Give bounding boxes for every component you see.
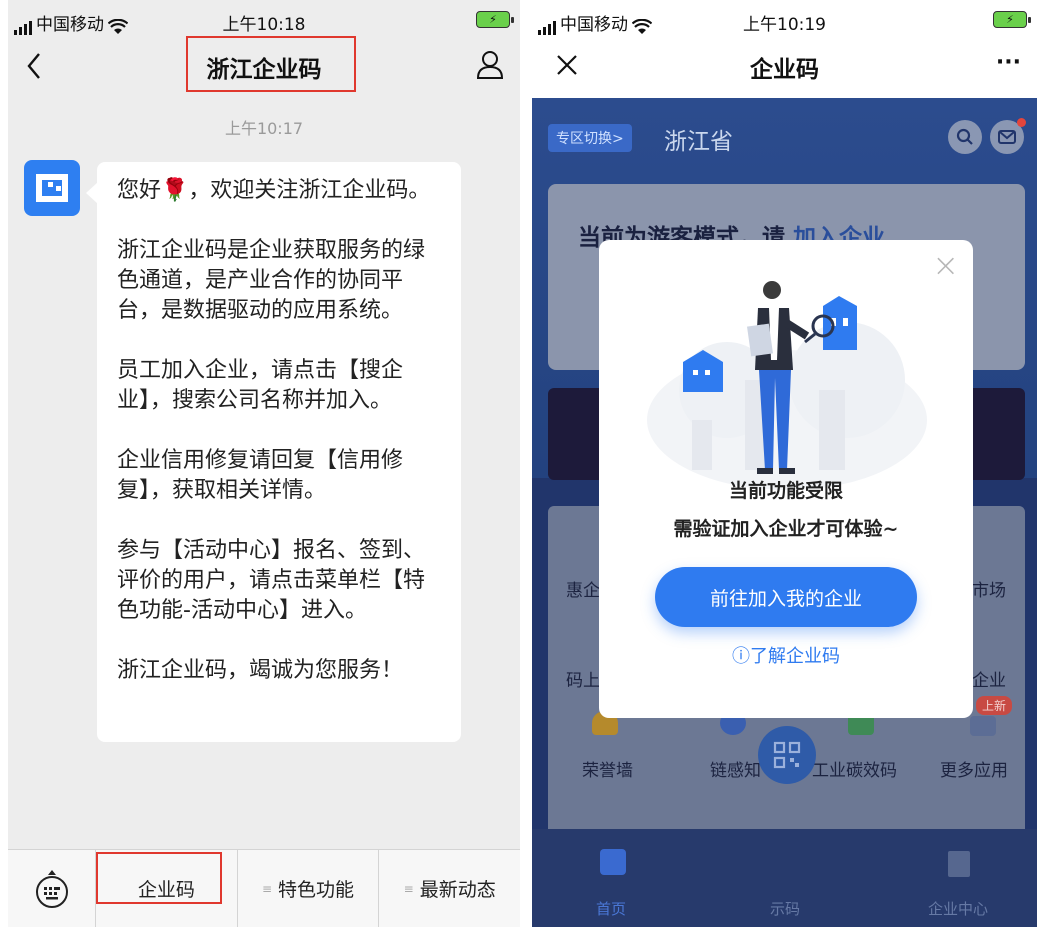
- menu-highlight-box: [96, 852, 222, 904]
- grid-label[interactable]: 市场: [972, 576, 1006, 601]
- home-tab-icon: [600, 849, 626, 875]
- enterprise-code-logo-icon: [36, 174, 68, 202]
- notification-dot: [1017, 118, 1026, 127]
- status-bar: 中国移动 上午10:18 ⚡: [8, 0, 520, 36]
- province-label: 浙江省: [664, 129, 733, 155]
- grid-label[interactable]: 码上: [566, 666, 600, 691]
- more-apps-icon: [970, 716, 996, 736]
- qr-code-button[interactable]: [758, 726, 816, 784]
- grid-label[interactable]: 企业: [972, 666, 1006, 691]
- menu-latest-news[interactable]: ≡ 最新动态: [379, 850, 520, 927]
- message-paragraph: 您好🌹，欢迎关注浙江企业码。: [117, 178, 431, 203]
- menu-lines-icon: ≡: [403, 881, 414, 896]
- wechat-chat-screen: 中国移动 上午10:18 ⚡ 浙江企业码 上午10:17 您好🌹，欢迎关注浙江企…: [8, 0, 520, 927]
- menu-featured-functions[interactable]: ≡ 特色功能: [238, 850, 380, 927]
- app-header: 企业码 ···: [532, 36, 1037, 98]
- bottom-tab-bar: 首页 示码 企业中心: [532, 829, 1037, 927]
- grid-label[interactable]: 惠企: [566, 576, 600, 601]
- enterprise-code-app-screen: 中国移动 上午10:19 ⚡ 企业码 ··· 专区切换> 浙江省 当前为游客模式…: [532, 0, 1037, 927]
- qr-code-icon: [773, 741, 801, 769]
- tab-enterprise-center[interactable]: 企业中心: [928, 898, 988, 919]
- status-bar: 中国移动 上午10:19 ⚡: [532, 0, 1037, 36]
- battery-icon: ⚡: [993, 11, 1031, 28]
- account-avatar[interactable]: [24, 160, 80, 216]
- grid-label[interactable]: 链感知: [710, 756, 761, 781]
- grid-label[interactable]: 荣誉墙: [582, 756, 633, 781]
- search-icon[interactable]: [948, 120, 982, 154]
- grid-label[interactable]: 更多应用: [940, 756, 1008, 781]
- new-badge: 上新: [976, 696, 1013, 715]
- join-my-enterprise-button[interactable]: 前往加入我的企业: [655, 567, 917, 627]
- message-paragraph: 员工加入企业，请点击【搜企业】，搜索公司名称并加入。: [117, 358, 404, 413]
- enterprise-center-icon: [948, 851, 970, 877]
- grid-label[interactable]: 工业碳效码: [812, 756, 897, 781]
- restriction-subtitle: 需验证加入企业才可体验~: [673, 518, 899, 540]
- keyboard-toggle[interactable]: [8, 850, 96, 927]
- tab-show-code[interactable]: 示码: [770, 898, 800, 919]
- keyboard-icon: [35, 869, 68, 908]
- message-paragraph: 参与【活动中心】报名、签到、评价的用户，请点击菜单栏【特色功能-活动中心】进入。: [117, 538, 426, 623]
- app-title: 企业码: [750, 57, 819, 83]
- message-paragraph: 浙江企业码是企业获取服务的绿色通道，是产业合作的协同平台，是数据驱动的应用系统。: [117, 238, 426, 323]
- menu-bar: 企业码 ≡ 特色功能 ≡ 最新动态: [8, 849, 520, 927]
- tab-home[interactable]: 首页: [596, 898, 626, 919]
- message-paragraph: 企业信用修复请回复【信用修复】，获取相关详情。: [117, 448, 404, 503]
- businessman-illustration: [647, 281, 927, 490]
- more-menu-button[interactable]: ···: [996, 50, 1021, 75]
- status-time: 上午10:18: [222, 15, 306, 35]
- menu-lines-icon: ≡: [261, 881, 273, 896]
- restriction-modal: × 当前功能受限 需验证加入企业才可体验~ 前往加入我的企业 ⓘ了解企业码: [599, 240, 973, 718]
- learn-enterprise-code-link[interactable]: ⓘ了解企业码: [599, 642, 973, 668]
- zone-switch-button[interactable]: 专区切换>: [548, 124, 632, 152]
- message-bubble: 您好🌹，欢迎关注浙江企业码。 浙江企业码是企业获取服务的绿色通道，是产业合作的协…: [86, 162, 461, 742]
- chat-timestamp: 上午10:17: [224, 119, 304, 138]
- restriction-title: 当前功能受限: [728, 480, 843, 502]
- title-highlight-box: [186, 36, 356, 92]
- profile-icon[interactable]: [476, 50, 504, 80]
- status-time: 上午10:19: [743, 15, 826, 35]
- battery-icon: ⚡: [476, 11, 514, 28]
- message-paragraph: 浙江企业码，竭诚为您服务！: [117, 658, 404, 683]
